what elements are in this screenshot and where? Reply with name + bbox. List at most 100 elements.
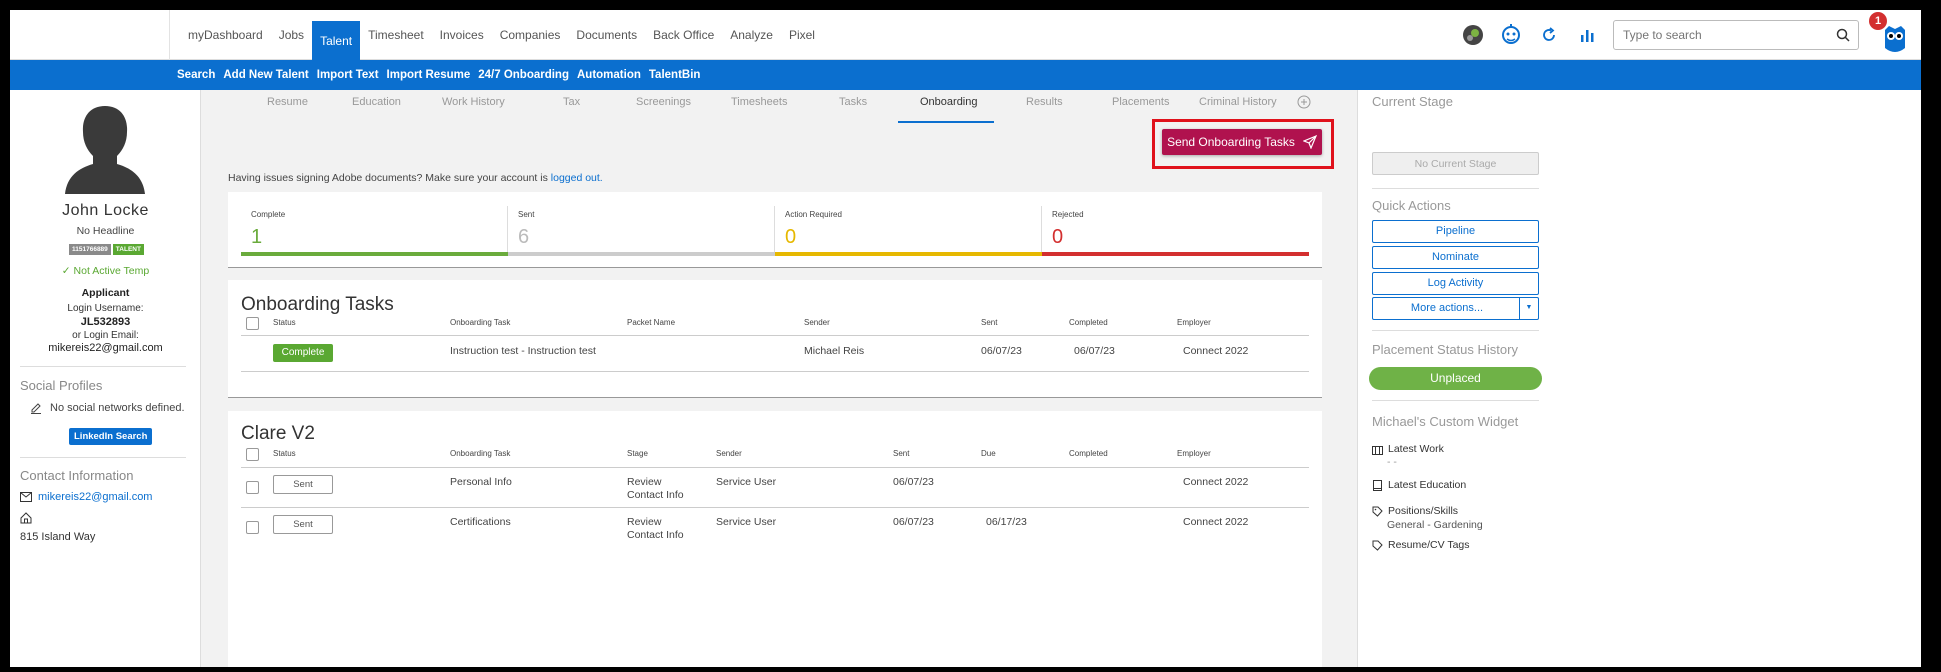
onboarding-tasks-title: Onboarding Tasks <box>241 294 394 315</box>
more-actions-dropdown[interactable]: More actions... ▼ <box>1372 297 1539 320</box>
menu-timesheet[interactable]: Timesheet <box>360 10 432 60</box>
table-row[interactable]: Complete Instruction test - Instruction … <box>241 335 1309 372</box>
subnav-talentbin[interactable]: TalentBin <box>649 69 701 81</box>
chevron-down-icon[interactable]: ▼ <box>1519 298 1538 319</box>
subnav-automation[interactable]: Automation <box>577 69 641 81</box>
task-name[interactable]: Personal Info <box>450 476 512 488</box>
tab-work-history[interactable]: Work History <box>442 96 505 108</box>
adobe-note: Having issues signing Adobe documents? M… <box>228 172 603 184</box>
profile-role: Applicant <box>81 287 130 299</box>
row-checkbox[interactable] <box>246 481 259 494</box>
contact-email[interactable]: mikereis22@gmail.com <box>20 491 152 503</box>
menu-documents[interactable]: Documents <box>568 10 645 60</box>
log-activity-button[interactable]: Log Activity <box>1372 272 1539 295</box>
sender: Service User <box>716 476 777 488</box>
menu-invoices[interactable]: Invoices <box>432 10 492 60</box>
subnav-247-onboarding[interactable]: 24/7 Onboarding <box>478 69 569 81</box>
menu-jobs[interactable]: Jobs <box>271 10 312 60</box>
header-sender: Sender <box>716 449 742 458</box>
tab-tax[interactable]: Tax <box>563 96 580 108</box>
user-avatar-icon[interactable] <box>1461 23 1485 47</box>
tab-results[interactable]: Results <box>1026 96 1063 108</box>
owl-logo-icon <box>1885 26 1905 52</box>
stat-bar <box>775 252 1042 256</box>
select-all-checkbox[interactable] <box>246 317 259 330</box>
header-sent: Sent <box>893 449 910 458</box>
sent-date: 06/07/23 <box>893 516 934 528</box>
book-icon <box>1373 479 1382 491</box>
bot-icon[interactable] <box>1499 23 1523 47</box>
tag-icon <box>1372 540 1383 551</box>
tab-tasks[interactable]: Tasks <box>839 96 867 108</box>
bar-chart-icon[interactable] <box>1575 23 1599 47</box>
select-all-checkbox[interactable] <box>246 448 259 461</box>
menu-analyze[interactable]: Analyze <box>722 10 781 60</box>
stat-rejected[interactable]: Rejected 0 <box>1042 192 1309 256</box>
status-sent-badge[interactable]: Sent <box>273 515 333 534</box>
send-onboarding-tasks-button[interactable]: Send Onboarding Tasks <box>1162 129 1322 155</box>
stat-action-required[interactable]: Action Required 0 <box>775 192 1042 256</box>
nominate-button[interactable]: Nominate <box>1372 246 1539 269</box>
menu-companies[interactable]: Companies <box>492 10 569 60</box>
notifications-owl[interactable]: 1 <box>1869 10 1911 60</box>
table-row[interactable]: Sent Certifications Review Contact Info … <box>241 507 1309 547</box>
divider <box>20 366 186 367</box>
subnav-import-text[interactable]: Import Text <box>317 69 379 81</box>
table-header: Status Onboarding Task Stage Sender Sent… <box>241 447 1309 465</box>
contact-email-link[interactable]: mikereis22@gmail.com <box>38 491 152 503</box>
profile-sidebar: John Locke No Headline 1151766889 TALENT… <box>10 90 201 667</box>
tab-education[interactable]: Education <box>352 96 401 108</box>
adobe-note-text: Having issues signing Adobe documents? M… <box>228 172 551 184</box>
header-status: Status <box>273 318 296 327</box>
tab-timesheets[interactable]: Timesheets <box>731 96 787 108</box>
status-sent-badge[interactable]: Sent <box>273 475 333 494</box>
stat-sent[interactable]: Sent 6 <box>508 192 775 256</box>
row-checkbox[interactable] <box>246 521 259 534</box>
refresh-icon[interactable] <box>1537 23 1561 47</box>
stat-complete[interactable]: Complete 1 <box>241 192 508 256</box>
building-icon <box>1372 445 1383 455</box>
tab-placements[interactable]: Placements <box>1112 96 1169 108</box>
add-tab-icon[interactable] <box>1297 95 1311 109</box>
app-window: myDashboard Jobs Talent Timesheet Invoic… <box>10 10 1921 667</box>
login-email: mikereis22@gmail.com <box>48 342 163 354</box>
divider <box>1372 400 1539 401</box>
unplaced-status[interactable]: Unplaced <box>1369 367 1542 390</box>
top-tools: 1 <box>1461 10 1921 60</box>
check-icon: ✓ <box>61 265 71 277</box>
global-search[interactable] <box>1613 20 1859 50</box>
pencil-icon[interactable] <box>30 402 42 414</box>
right-sidebar: Current Stage No Current Stage Quick Act… <box>1357 90 1921 667</box>
main-content: Resume Education Work History Tax Screen… <box>202 90 1357 667</box>
task-name[interactable]: Certifications <box>450 516 511 528</box>
menu-pixel[interactable]: Pixel <box>781 10 823 60</box>
current-stage-title: Current Stage <box>1372 94 1453 109</box>
logo-area <box>10 10 170 60</box>
logged-out-link[interactable]: logged out. <box>551 172 603 184</box>
status-complete-badge[interactable]: Complete <box>273 344 333 362</box>
menu-back-office[interactable]: Back Office <box>645 10 722 60</box>
task-name[interactable]: Instruction test - Instruction test <box>450 345 596 357</box>
resume-tags-item: Resume/CV Tags <box>1372 539 1470 551</box>
table-row[interactable]: Sent Personal Info Review Contact Info S… <box>241 467 1309 507</box>
stat-value: 0 <box>1052 226 1064 248</box>
menu-talent[interactable]: Talent <box>312 21 361 61</box>
profile-avatar[interactable] <box>65 102 145 194</box>
more-actions-label[interactable]: More actions... <box>1373 298 1521 319</box>
subnav-search[interactable]: Search <box>177 69 215 81</box>
login-username: JL532893 <box>80 316 131 328</box>
search-input[interactable] <box>1614 21 1824 49</box>
subnav-add-new-talent[interactable]: Add New Talent <box>223 69 308 81</box>
tag-icon <box>1372 506 1383 517</box>
linkedin-search-button[interactable]: LinkedIn Search <box>69 428 153 445</box>
tab-screenings[interactable]: Screenings <box>636 96 691 108</box>
tab-onboarding[interactable]: Onboarding <box>920 96 978 108</box>
due-date: 06/17/23 <box>986 516 1027 528</box>
tab-criminal-history[interactable]: Criminal History <box>1199 96 1277 108</box>
subnav-import-resume[interactable]: Import Resume <box>387 69 471 81</box>
menu-dashboard[interactable]: myDashboard <box>180 10 271 60</box>
header-onboarding-task: Onboarding Task <box>450 318 511 327</box>
tab-resume[interactable]: Resume <box>267 96 308 108</box>
search-icon[interactable] <box>1836 28 1850 47</box>
pipeline-button[interactable]: Pipeline <box>1372 220 1539 243</box>
